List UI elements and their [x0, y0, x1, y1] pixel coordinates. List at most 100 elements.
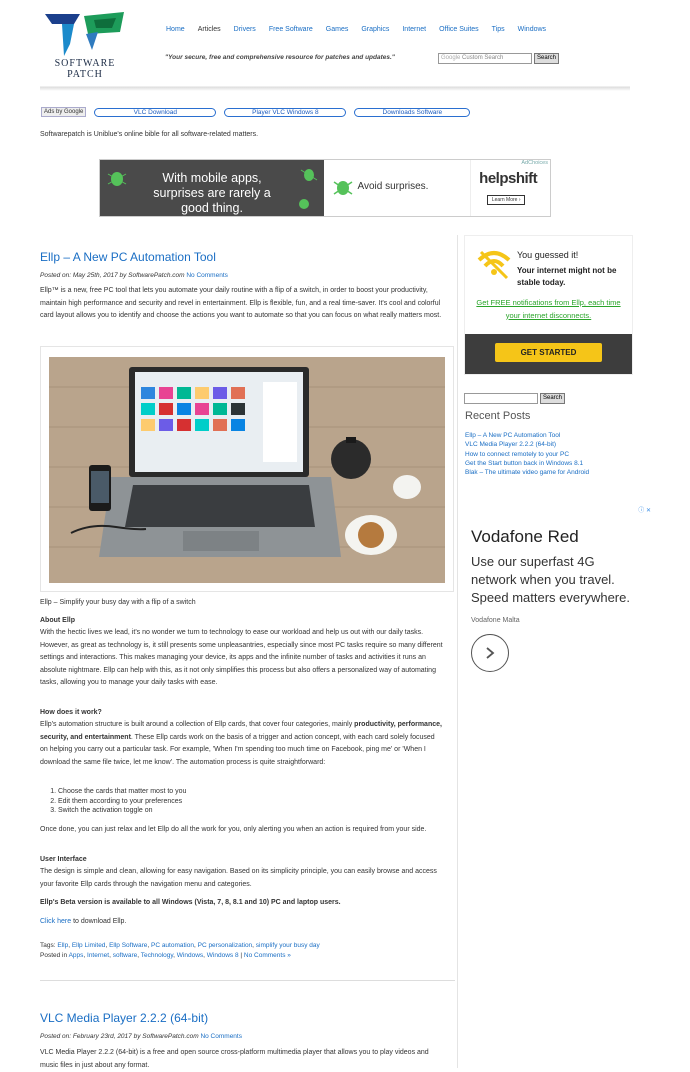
wifi-warning-icon [477, 250, 511, 280]
post-image [40, 346, 454, 592]
recent-post-link[interactable]: Ellp – A New PC Automation Tool [465, 432, 560, 439]
steps-list: Choose the cards that matter most to you… [40, 787, 186, 816]
recent-post-link[interactable]: VLC Media Player 2.2.2 (64-bit) [465, 441, 556, 448]
bug-icon [300, 169, 318, 181]
banner-brand: helpshift [479, 170, 538, 187]
ad-link-units: Ads by Google VLC Download Player VLC Wi… [41, 107, 471, 117]
top-search-button[interactable]: Search [534, 53, 560, 64]
ui-paragraph: The design is simple and clean, allowing… [40, 868, 437, 888]
site-tagline: "Your secure, free and comprehensive res… [165, 54, 395, 61]
banner-left-panel: With mobile apps, surprises are rarely a… [100, 160, 324, 216]
header-divider [40, 86, 630, 91]
banner-learn-more-button[interactable]: Learn More › [487, 195, 526, 205]
post-paragraph: Ellp™ is a new, free PC tool that lets y… [40, 287, 442, 319]
tag-link[interactable]: Ellp [57, 942, 68, 949]
ad-link-player-vlc[interactable]: Player VLC Windows 8 [224, 107, 347, 117]
post-divider [40, 980, 455, 981]
tag-link[interactable]: PC personalization [198, 942, 253, 949]
once-paragraph: Once done, you can just relax and let El… [40, 826, 427, 833]
no-comments-link[interactable]: No Comments » [244, 952, 291, 959]
about-paragraph: With the hectic lives we lead, it's no w… [40, 629, 443, 686]
site-logo[interactable]: SOFTWARE PATCH [40, 10, 130, 82]
download-line: Click here to download Ellp. [40, 918, 127, 925]
nav-home[interactable]: Home [166, 26, 185, 33]
heading-how: How does it work? [40, 709, 102, 716]
category-link[interactable]: Apps [69, 952, 84, 959]
comments-link[interactable]: No Comments [200, 1033, 242, 1040]
nav-games[interactable]: Games [326, 26, 349, 33]
adchoices-label[interactable]: AdChoices [521, 160, 548, 166]
vodafone-title: Vodafone Red [471, 527, 579, 546]
tag-link[interactable]: Ellp Limited [72, 942, 106, 949]
banner-headline: With mobile apps, surprises are rarely a… [153, 171, 271, 215]
list-item: Choose the cards that matter most to you [58, 787, 186, 797]
sidebar-ad[interactable]: You guessed it! Your internet might not … [464, 235, 633, 375]
vodafone-source: Vodafone Malta [471, 617, 520, 624]
post-title[interactable]: Ellp – A New PC Automation Tool [40, 250, 216, 264]
site-intro: Softwarepatch is Uniblue's online bible … [40, 131, 259, 138]
banner-middle-panel: Avoid surprises. [323, 160, 471, 216]
nav-graphics[interactable]: Graphics [361, 26, 389, 33]
next-arrow-button[interactable] [471, 634, 509, 672]
bug-icon [299, 199, 309, 209]
tag-link[interactable]: PC automation [151, 942, 194, 949]
sidebar-search-button[interactable]: Search [540, 393, 566, 404]
sidebar-ad-heading: You guessed it! [517, 250, 579, 260]
bug-icon [333, 181, 352, 195]
ad-info-icon[interactable]: ⓘ ✕ [638, 505, 651, 514]
post-meta: Posted on: February 23rd, 2017 by Softwa… [40, 1033, 242, 1040]
nav-tips[interactable]: Tips [492, 26, 505, 33]
ad-link-vlc-download[interactable]: VLC Download [94, 107, 217, 117]
recent-post-link[interactable]: Blak – The ultimate video game for Andro… [465, 469, 589, 476]
sidebar-search-input[interactable] [464, 393, 538, 404]
main-nav: Home Articles Drivers Free Software Game… [166, 26, 559, 33]
recent-post-link[interactable]: Get the Start button back in Windows 8.1 [465, 460, 583, 467]
category-link[interactable]: software [113, 952, 138, 959]
sidebar-ad-subheading: Your internet might not be stable today. [517, 266, 617, 287]
category-link[interactable]: Internet [87, 952, 109, 959]
get-started-button[interactable]: GET STARTED [495, 343, 602, 362]
sidebar-ad-footer: GET STARTED [465, 334, 632, 374]
nav-drivers[interactable]: Drivers [234, 26, 256, 33]
post-title[interactable]: VLC Media Player 2.2.2 (64-bit) [40, 1011, 208, 1025]
how-paragraph: Ellp's automation structure is built aro… [40, 721, 442, 766]
banner-middle-text: Avoid surprises. [357, 181, 429, 192]
image-caption: Ellp – Simplify your busy day with a fli… [40, 599, 196, 606]
nav-internet[interactable]: Internet [402, 26, 426, 33]
vodafone-body: Use our superfast 4G network when you tr… [471, 554, 630, 605]
post-paragraph: VLC Media Player 2.2.2 (64-bit) is a fre… [40, 1049, 429, 1069]
logo-mark-icon [45, 12, 124, 56]
tag-link[interactable]: simplify your busy day [256, 942, 320, 949]
category-link[interactable]: Windows 8 [207, 952, 239, 959]
logo-text-line1: SOFTWARE [54, 58, 116, 69]
banner-right-panel: AdChoices helpshift Learn More › [470, 160, 550, 216]
ad-link-downloads-software[interactable]: Downloads Software [354, 107, 471, 117]
top-search-input[interactable]: Google Custom Search [438, 53, 532, 64]
laptop-desk-photo [49, 357, 445, 583]
nav-free-software[interactable]: Free Software [269, 26, 313, 33]
recent-posts-list: Ellp – A New PC Automation Tool VLC Medi… [465, 431, 589, 477]
sidebar-ad-link[interactable]: Get FREE notifications from Ellp, each t… [473, 297, 624, 322]
bug-icon [107, 172, 127, 186]
vodafone-ad[interactable]: ⓘ ✕ Vodafone Red Use our superfast 4G ne… [471, 508, 651, 672]
nav-articles[interactable]: Articles [198, 26, 221, 33]
post-categories: Posted in Apps, Internet, software, Tech… [40, 952, 291, 959]
comments-link[interactable]: No Comments [186, 272, 228, 279]
list-item: Edit them according to your preferences [58, 797, 186, 807]
nav-office-suites[interactable]: Office Suites [439, 26, 479, 33]
ads-by-google[interactable]: Ads by Google [41, 107, 87, 117]
banner-ad[interactable]: With mobile apps, surprises are rarely a… [99, 159, 551, 217]
nav-windows[interactable]: Windows [518, 26, 546, 33]
category-link[interactable]: Windows [177, 952, 203, 959]
sidebar-search: Search [464, 393, 566, 404]
post-tags: Tags: Ellp, Ellp Limited, Ellp Software,… [40, 942, 320, 949]
heading-ui: User Interface [40, 856, 87, 863]
tag-link[interactable]: Ellp Software [109, 942, 147, 949]
post-meta: Posted on: May 25th, 2017 by SoftwarePat… [40, 272, 228, 279]
recent-posts-title: Recent Posts [465, 410, 531, 422]
category-link[interactable]: Technology [141, 952, 173, 959]
click-here-link[interactable]: Click here [40, 918, 71, 925]
beta-note: Ellp's Beta version is available to all … [40, 899, 341, 906]
recent-post-link[interactable]: How to connect remotely to your PC [465, 451, 569, 458]
list-item: Switch the activation toggle on [58, 806, 186, 816]
